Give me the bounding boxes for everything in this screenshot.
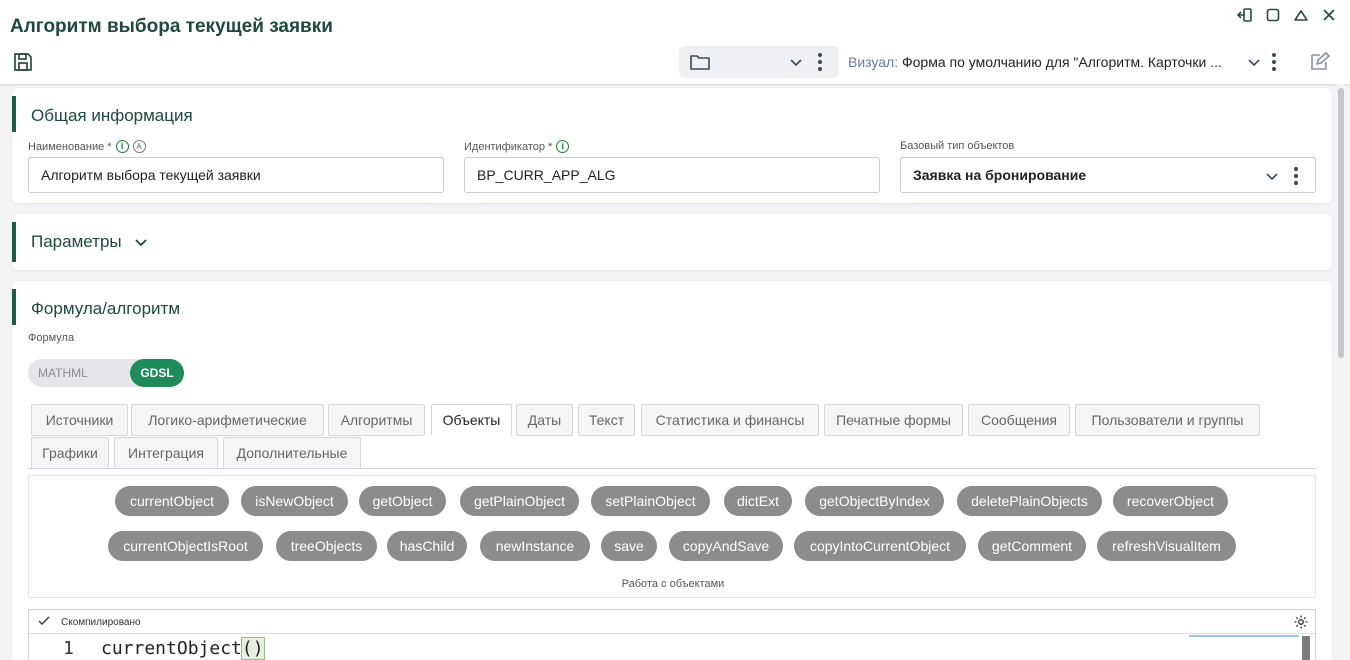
function-chip[interactable]: copyIntoCurrentObject — [794, 531, 966, 561]
section-accent — [12, 222, 16, 262]
function-chip[interactable]: isNewObject — [241, 486, 348, 516]
collapse-icon[interactable] — [1292, 6, 1310, 24]
function-chip[interactable]: currentObject — [115, 486, 229, 516]
function-chip[interactable]: treeObjects — [276, 531, 377, 561]
id-label-text: Идентификатор * — [464, 140, 553, 153]
info-icon[interactable]: i — [115, 140, 129, 153]
more-vert-icon[interactable] — [817, 52, 823, 75]
folder-selector[interactable] — [679, 46, 839, 78]
function-chip[interactable]: recoverObject — [1113, 486, 1228, 516]
top-bar: Алгоритм выбора текущей заявки Визуал: Ф… — [0, 0, 1350, 84]
window-controls — [1236, 6, 1338, 24]
editor-status-bar: Скомпилировано — [29, 610, 1315, 634]
function-chip[interactable]: hasChild — [387, 531, 467, 561]
code-parens: () — [240, 637, 265, 660]
tab-row1-7[interactable]: Печатные формы — [824, 404, 963, 436]
base-type-label: Базовый тип объектов — [900, 140, 1015, 152]
code-editor[interactable]: Скомпилировано 1 currentObject() — [28, 609, 1316, 660]
formula-label: Формула — [28, 332, 75, 344]
edit-icon[interactable] — [1308, 51, 1330, 76]
formula-mode-toggle[interactable]: MATHML GDSL — [28, 359, 184, 387]
section-title: Формула/алгоритм — [31, 299, 181, 318]
section-accent — [12, 96, 16, 132]
function-chip[interactable]: newInstance — [480, 531, 590, 561]
visual-label: Визуал: — [848, 54, 899, 70]
detach-icon[interactable] — [1236, 6, 1254, 24]
page-title: Алгоритм выбора текущей заявки — [10, 16, 333, 37]
name-label-text: Наименование * — [28, 140, 112, 153]
maximize-icon[interactable] — [1264, 6, 1282, 24]
code-line[interactable]: 1 currentObject() — [29, 636, 1189, 660]
line-number: 1 — [63, 638, 74, 659]
chevron-down-icon[interactable] — [134, 235, 148, 252]
function-chip[interactable]: refreshVisualItem — [1097, 531, 1236, 561]
page-scrollbar-thumb[interactable] — [1338, 88, 1344, 358]
tab-row1-8[interactable]: Сообщения — [968, 404, 1070, 436]
function-chip[interactable]: copyAndSave — [669, 531, 783, 561]
compile-status: Скомпилировано — [61, 617, 141, 628]
chevron-down-icon[interactable] — [1247, 55, 1261, 72]
editor-minimap[interactable] — [1189, 635, 1299, 637]
function-chip[interactable]: getComment — [978, 531, 1086, 561]
tab-row2-2[interactable]: Дополнительные — [223, 437, 361, 469]
visual-value: Форма по умолчанию для "Алгоритм. Карточ… — [902, 54, 1222, 70]
close-icon[interactable] — [1320, 6, 1338, 24]
function-chip[interactable]: save — [601, 531, 657, 561]
base-type-value: Заявка на бронирование — [913, 167, 1087, 183]
tab-row2-0[interactable]: Графики — [31, 437, 109, 469]
general-info-panel: Общая информация Наименование * i A Алго… — [12, 88, 1332, 203]
section-accent — [12, 289, 16, 325]
folder-icon — [689, 52, 711, 75]
tab-row1-5[interactable]: Текст — [578, 404, 635, 436]
tab-row1-0[interactable]: Источники — [31, 404, 128, 436]
function-chip[interactable]: setPlainObject — [591, 486, 710, 516]
chevron-down-icon[interactable] — [1265, 169, 1279, 186]
formula-panel: Формула/алгоритм Формула — [12, 281, 1332, 660]
more-vert-icon[interactable] — [1271, 52, 1277, 75]
function-chip[interactable]: deletePlainObjects — [957, 486, 1102, 516]
tab-row1-2[interactable]: Алгоритмы — [328, 404, 425, 436]
save-icon[interactable] — [12, 51, 34, 73]
name-input[interactable]: Алгоритм выбора текущей заявки — [28, 157, 444, 193]
page-scrollbar[interactable] — [1337, 84, 1345, 660]
gear-icon[interactable] — [1293, 614, 1309, 633]
functions-panel: Работа с объектами currentObject isNewObj… — [28, 475, 1316, 598]
tabs-divider — [28, 468, 1316, 469]
toggle-option-mathml[interactable]: MATHML — [38, 366, 88, 380]
function-chip[interactable]: dictExt — [724, 486, 792, 516]
id-label: Идентификатор * i — [464, 140, 570, 153]
tab-row1-4[interactable]: Даты — [516, 404, 573, 436]
function-chip[interactable]: getObject — [359, 486, 446, 516]
section-title: Параметры — [31, 232, 122, 251]
auto-translate-icon[interactable]: A — [132, 140, 146, 153]
info-icon[interactable]: i — [556, 140, 570, 153]
tab-row1-3[interactable]: Объекты — [431, 404, 512, 436]
name-label: Наименование * i A — [28, 140, 146, 153]
id-input[interactable]: BP_CURR_APP_ALG — [464, 157, 880, 193]
tab-row1-6[interactable]: Статистика и финансы — [641, 404, 819, 436]
visual-selector[interactable]: Визуал: Форма по умолчанию для "Алгоритм… — [848, 54, 1222, 70]
tab-row1-9[interactable]: Пользователи и группы — [1075, 404, 1260, 436]
code-function-name: currentObject — [101, 638, 242, 659]
tab-row1-1[interactable]: Логико-арифметические — [131, 404, 324, 436]
function-chip[interactable]: currentObjectIsRoot — [108, 531, 263, 561]
toggle-option-gdsl[interactable]: GDSL — [130, 359, 184, 387]
code-text[interactable]: currentObject() — [101, 637, 265, 660]
chevron-down-icon[interactable] — [789, 55, 803, 72]
function-chip[interactable]: getPlainObject — [460, 486, 579, 516]
function-chip[interactable]: getObjectByIndex — [805, 486, 944, 516]
more-vert-icon[interactable] — [1293, 166, 1299, 189]
section-title: Общая информация — [31, 106, 193, 125]
editor-scrollbar[interactable] — [1302, 636, 1310, 660]
functions-caption: Работа с объектами — [621, 578, 725, 590]
check-icon — [37, 614, 51, 631]
base-type-select[interactable]: Заявка на бронирование — [900, 157, 1316, 193]
tab-row2-1[interactable]: Интеграция — [114, 437, 218, 469]
params-panel[interactable]: Параметры — [12, 214, 1332, 270]
